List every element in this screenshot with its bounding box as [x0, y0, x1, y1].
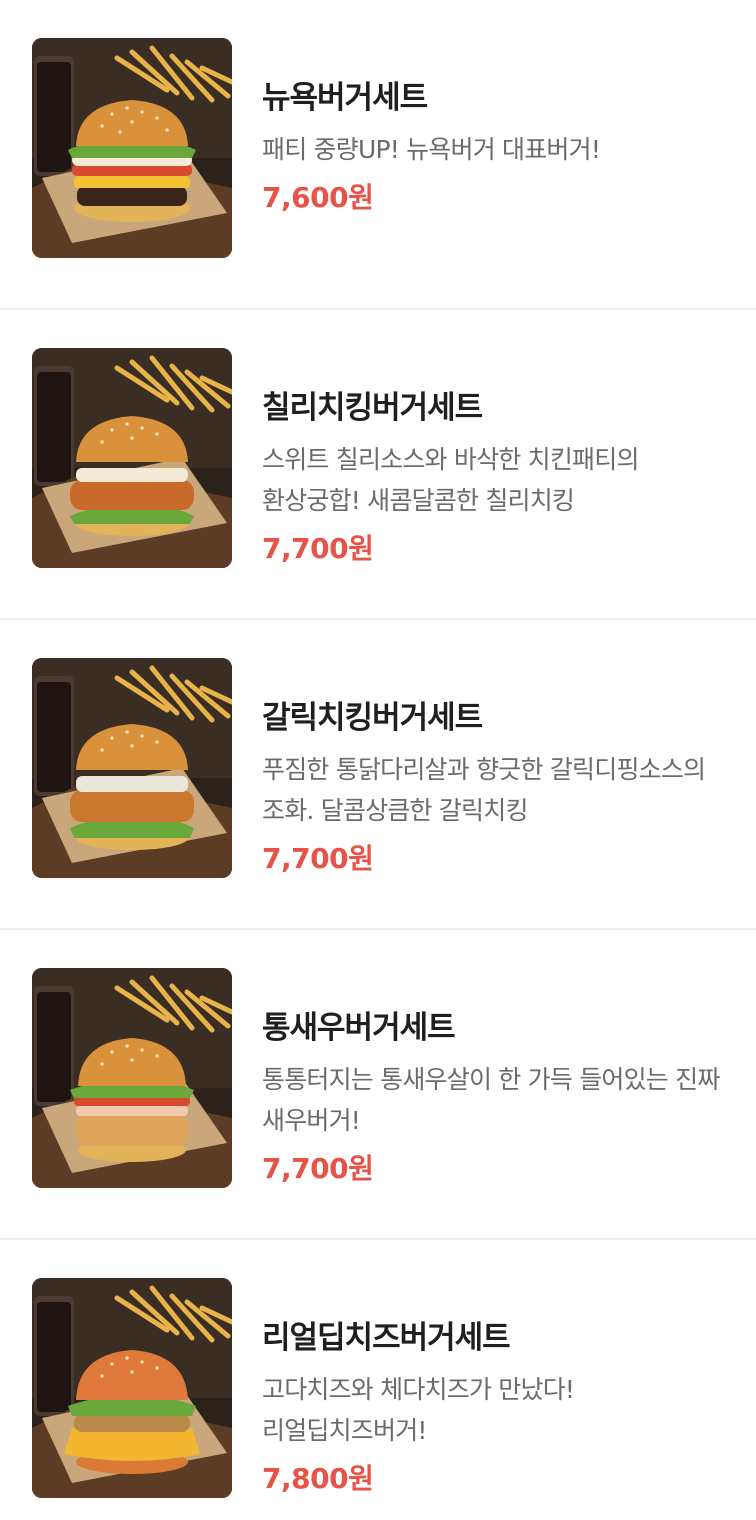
menu-item-real-deep-cheese-burger-set[interactable]: 리얼딥치즈버거세트 고다치즈와 체다치즈가 만났다! 리얼딥치즈버거! 7,80…	[0, 1240, 756, 1520]
menu-item-description: 푸짐한 통닭다리살과 향긋한 갈릭디핑소스의 조화. 달콤상큼한 갈릭치킹	[262, 755, 706, 825]
menu-item-price: 7,600원	[262, 181, 374, 214]
menu-item-garlic-chicking-burger-set[interactable]: 갈릭치킹버거세트 푸짐한 통닭다리살과 향긋한 갈릭디핑소스의 조화. 달콤상큼…	[0, 620, 756, 930]
burger-set-photo	[32, 1278, 232, 1498]
burger-set-photo	[32, 968, 232, 1188]
burger-set-photo	[32, 38, 232, 258]
menu-item-price: 7,700원	[262, 842, 374, 875]
menu-item-description: 패티 중량UP! 뉴욕버거 대표버거!	[262, 135, 601, 164]
shrimp-burger-image	[32, 968, 232, 1188]
menu-item-price: 7,700원	[262, 532, 374, 565]
newyork-burger-image	[32, 38, 232, 258]
menu-item-price: 7,700원	[262, 1152, 374, 1185]
menu-item-shrimp-burger-set[interactable]: 통새우버거세트 통통터지는 통새우살이 한 가득 들어있는 진짜 새우버거! 7…	[0, 930, 756, 1240]
chili-chicking-burger-image	[32, 348, 232, 568]
menu-item-name: 갈릭치킹버거세트	[262, 700, 483, 736]
menu-item-info: 리얼딥치즈버거세트 고다치즈와 체다치즈가 만났다! 리얼딥치즈버거! 7,80…	[262, 1316, 732, 1499]
menu-item-description: 고다치즈와 체다치즈가 만났다! 리얼딥치즈버거!	[262, 1375, 575, 1445]
menu-list: 뉴욕버거세트 패티 중량UP! 뉴욕버거 대표버거! 7,600원 칠리치킹버거…	[0, 0, 756, 1520]
menu-item-chili-chicking-burger-set[interactable]: 칠리치킹버거세트 스위트 칠리소스와 바삭한 치킨패티의 환상궁합! 새콤달콤한…	[0, 310, 756, 620]
menu-item-description: 통통터지는 통새우살이 한 가득 들어있는 진짜 새우버거!	[262, 1065, 720, 1135]
burger-set-photo	[32, 658, 232, 878]
menu-item-info: 갈릭치킹버거세트 푸짐한 통닭다리살과 향긋한 갈릭디핑소스의 조화. 달콤상큼…	[262, 696, 732, 879]
real-deep-cheese-burger-image	[32, 1278, 232, 1498]
menu-item-name: 칠리치킹버거세트	[262, 390, 483, 426]
menu-item-info: 뉴욕버거세트 패티 중량UP! 뉴욕버거 대표버거! 7,600원	[262, 76, 732, 218]
menu-item-name: 뉴욕버거세트	[262, 80, 428, 116]
garlic-chicking-burger-image	[32, 658, 232, 878]
menu-item-name: 통새우버거세트	[262, 1010, 456, 1046]
menu-item-newyork-burger-set[interactable]: 뉴욕버거세트 패티 중량UP! 뉴욕버거 대표버거! 7,600원	[0, 0, 756, 310]
menu-item-price: 7,800원	[262, 1462, 374, 1495]
menu-item-info: 칠리치킹버거세트 스위트 칠리소스와 바삭한 치킨패티의 환상궁합! 새콤달콤한…	[262, 386, 732, 569]
menu-item-name: 리얼딥치즈버거세트	[262, 1320, 511, 1356]
menu-item-description: 스위트 칠리소스와 바삭한 치킨패티의 환상궁합! 새콤달콤한 칠리치킹	[262, 445, 639, 515]
burger-set-photo	[32, 348, 232, 568]
menu-item-info: 통새우버거세트 통통터지는 통새우살이 한 가득 들어있는 진짜 새우버거! 7…	[262, 1006, 732, 1189]
